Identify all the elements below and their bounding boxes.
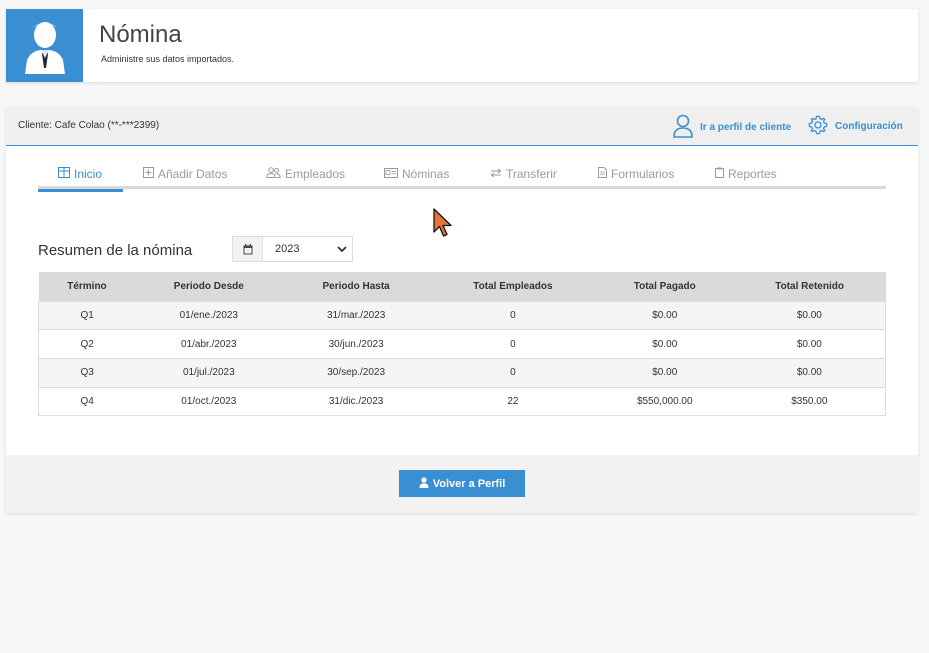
main-panel: Cliente: Cafe Colao (**-***2399) Ir a pe… <box>6 107 918 513</box>
table-icon <box>58 167 70 181</box>
user-icon <box>419 476 429 491</box>
summary-title: Resumen de la nómina <box>38 242 193 259</box>
tab-reportes[interactable]: Reportes <box>715 159 777 189</box>
transfer-icon <box>490 167 502 181</box>
column-header: Periodo Hasta <box>282 272 431 301</box>
user-outline-icon <box>672 114 694 141</box>
payroll-summary-table: Término Periodo Desde Periodo Hasta Tota… <box>38 272 886 417</box>
table-cell: $0.00 <box>733 357 886 388</box>
tab-formularios[interactable]: Formularios <box>598 159 674 189</box>
table-row: Q3 01/jul./2023 30/sep./2023 0 $0.00 $0.… <box>38 357 886 388</box>
year-select-value: 2023 <box>275 243 300 255</box>
table-header-row: Término Periodo Desde Periodo Hasta Tota… <box>38 272 886 301</box>
tab-label: Formularios <box>611 167 675 181</box>
table-cell: $0.00 <box>733 300 886 330</box>
table-cell: Q3 <box>38 357 136 388</box>
table-cell: 30/sep./2023 <box>282 357 431 388</box>
calendar-icon <box>233 237 263 261</box>
table-cell: 0 <box>430 329 596 359</box>
table-cell: 01/jul./2023 <box>135 357 283 388</box>
table-cell: $0.00 <box>733 329 886 359</box>
back-to-profile-label: Volver a Perfil <box>432 477 506 490</box>
table-cell: $0.00 <box>595 300 734 330</box>
table-row: Q2 01/abr./2023 30/jun./2023 0 $0.00 $0.… <box>38 329 886 359</box>
footer-band: Volver a Perfil <box>6 455 918 513</box>
tab-label: Nóminas <box>402 167 450 181</box>
column-header: Total Retenido <box>733 272 886 301</box>
table-cell: Q1 <box>38 300 136 330</box>
table-cell: $350.00 <box>733 386 886 417</box>
page-subtitle: Administre sus datos importados. <box>101 54 235 64</box>
table-cell: 0 <box>430 357 596 388</box>
tab-label: Añadir Datos <box>158 167 228 181</box>
table-cell: $0.00 <box>595 357 734 388</box>
tab-anadir-datos[interactable]: Añadir Datos <box>143 159 227 189</box>
table-cell: 22 <box>430 386 596 417</box>
go-to-client-profile-label: Ir a perfil de cliente <box>700 122 792 133</box>
document-icon <box>598 167 607 181</box>
table-cell: 30/jun./2023 <box>282 329 431 359</box>
client-label: Cliente: Cafe Colao (**-***2399) <box>18 120 160 131</box>
chevron-down-icon <box>332 237 352 261</box>
column-header: Total Pagado <box>595 272 734 301</box>
page-title: Nómina <box>99 21 182 48</box>
table-cell: 01/abr./2023 <box>135 329 283 359</box>
table-cell: $550,000.00 <box>595 386 734 417</box>
tab-bar: Inicio Añadir Datos Empleados Nóminas Tr… <box>38 159 886 192</box>
table-cell: Q4 <box>38 386 136 417</box>
table-cell: 31/mar./2023 <box>282 300 431 330</box>
year-select[interactable]: 2023 <box>232 236 353 262</box>
plus-square-icon <box>143 167 154 181</box>
tab-label: Inicio <box>74 167 103 181</box>
table-cell: Q2 <box>38 329 136 359</box>
table-cell: 01/oct./2023 <box>135 386 283 417</box>
settings-link[interactable]: Configuración <box>807 114 903 139</box>
clipboard-icon <box>715 167 724 181</box>
client-bar: Cliente: Cafe Colao (**-***2399) Ir a pe… <box>6 107 918 146</box>
gear-icon <box>807 114 829 139</box>
tab-label: Empleados <box>285 167 346 181</box>
tab-inicio[interactable]: Inicio <box>38 159 123 192</box>
column-header: Total Empleados <box>430 272 596 301</box>
tab-transferir[interactable]: Transferir <box>490 159 557 189</box>
column-header: Término <box>38 272 136 301</box>
table-cell: 01/ene./2023 <box>135 300 283 330</box>
tab-empleados[interactable]: Empleados <box>266 159 345 189</box>
table-cell: 31/dic./2023 <box>282 386 431 417</box>
column-header: Periodo Desde <box>135 272 283 301</box>
table-cell: $0.00 <box>595 329 734 359</box>
table-row: Q4 01/oct./2023 31/dic./2023 22 $550,000… <box>38 386 886 417</box>
go-to-client-profile-link[interactable]: Ir a perfil de cliente <box>672 114 791 141</box>
back-to-profile-button[interactable]: Volver a Perfil <box>399 470 525 497</box>
table-row: Q1 01/ene./2023 31/mar./2023 0 $0.00 $0.… <box>38 300 886 330</box>
tab-nominas[interactable]: Nóminas <box>384 159 449 189</box>
table-cell: 0 <box>430 300 596 330</box>
users-icon <box>266 167 281 181</box>
mouse-cursor-icon <box>433 208 453 243</box>
page-header: Nómina Administre sus datos importados. <box>6 9 918 82</box>
user-avatar-icon <box>6 9 83 82</box>
tab-label: Reportes <box>728 167 777 181</box>
tab-label: Transferir <box>506 167 557 181</box>
settings-label: Configuración <box>835 121 903 132</box>
id-card-icon <box>384 167 398 181</box>
